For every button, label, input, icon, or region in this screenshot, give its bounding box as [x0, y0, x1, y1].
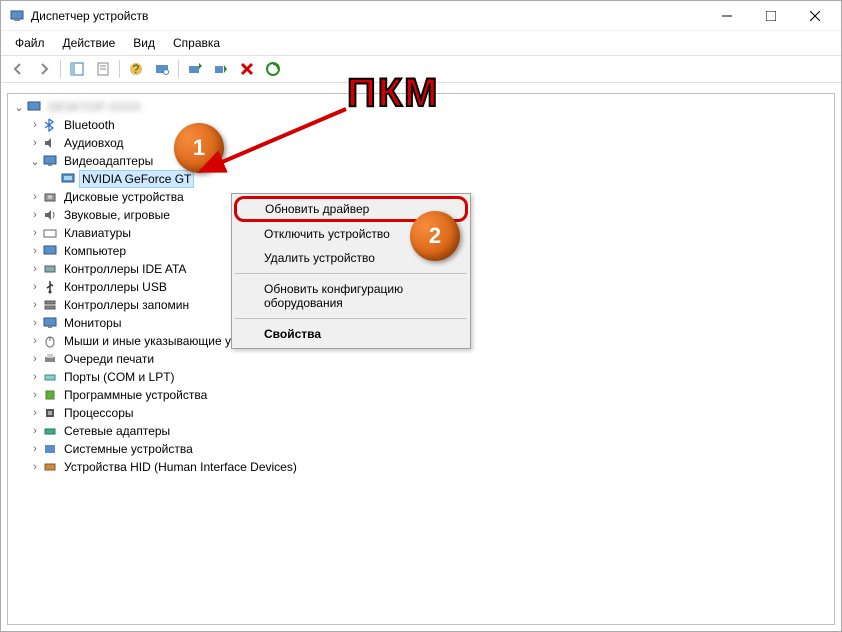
tree-root-label: DESKTOP-XXXX [46, 99, 143, 115]
sound-icon [42, 207, 58, 223]
display-icon [42, 153, 58, 169]
computer-icon [26, 99, 42, 115]
disable-button[interactable] [235, 58, 259, 80]
svg-text:?: ? [133, 62, 140, 76]
tree-item-audio-io[interactable]: ›Аудиовход [8, 134, 834, 152]
back-button[interactable] [6, 58, 30, 80]
help-button[interactable]: ? [124, 58, 148, 80]
show-hide-tree-button[interactable] [65, 58, 89, 80]
app-icon [9, 8, 25, 24]
ctx-separator [235, 273, 467, 274]
keyboard-icon [42, 225, 58, 241]
audio-icon [42, 135, 58, 151]
annotation-rmb-label: ПКМ [347, 71, 439, 116]
expand-toggle[interactable]: › [28, 425, 42, 437]
maximize-button[interactable] [749, 2, 793, 30]
tree-item-print-queues[interactable]: ›Очереди печати [8, 350, 834, 368]
expand-toggle[interactable]: › [28, 335, 42, 347]
rescan-button[interactable] [150, 58, 174, 80]
printer-icon [42, 351, 58, 367]
menu-action[interactable]: Действие [55, 33, 124, 53]
expand-toggle[interactable]: › [28, 443, 42, 455]
usb-icon [42, 279, 58, 295]
expand-toggle[interactable]: › [28, 389, 42, 401]
ctx-separator [235, 318, 467, 319]
forward-button[interactable] [32, 58, 56, 80]
monitor-icon [42, 315, 58, 331]
enable-button[interactable] [209, 58, 233, 80]
expand-toggle[interactable]: › [28, 227, 42, 239]
software-icon [42, 387, 58, 403]
expand-toggle[interactable]: › [28, 191, 42, 203]
menu-view[interactable]: Вид [125, 33, 163, 53]
expand-toggle[interactable]: › [28, 137, 42, 149]
system-icon [42, 441, 58, 457]
expand-toggle[interactable]: › [28, 245, 42, 257]
ctx-rescan-hardware[interactable]: Обновить конфигурацию оборудования [234, 277, 468, 315]
computer-icon [42, 243, 58, 259]
storage-icon [42, 297, 58, 313]
update-driver-button[interactable] [183, 58, 207, 80]
titlebar: Диспетчер устройств [1, 1, 841, 31]
hid-icon [42, 459, 58, 475]
expand-toggle[interactable]: ⌄ [12, 101, 26, 114]
menu-file[interactable]: Файл [7, 33, 53, 53]
ctx-properties[interactable]: Свойства [234, 322, 468, 346]
network-icon [42, 423, 58, 439]
expand-toggle[interactable]: › [28, 317, 42, 329]
disk-icon [42, 189, 58, 205]
annotation-step-2: 2 [410, 211, 460, 261]
device-tree[interactable]: ⌄ DESKTOP-XXXX ›Bluetooth ›Аудиовход ⌄Ви… [7, 93, 835, 625]
cpu-icon [42, 405, 58, 421]
tree-item-network[interactable]: ›Сетевые адаптеры [8, 422, 834, 440]
annotation-step-1: 1 [174, 123, 224, 173]
ide-icon [42, 261, 58, 277]
minimize-button[interactable] [705, 2, 749, 30]
tree-item-ports[interactable]: ›Порты (COM и LPT) [8, 368, 834, 386]
expand-toggle[interactable]: › [28, 209, 42, 221]
mouse-icon [42, 333, 58, 349]
expand-toggle[interactable]: › [28, 299, 42, 311]
expand-toggle[interactable]: › [28, 407, 42, 419]
expand-toggle[interactable]: › [28, 263, 42, 275]
expand-toggle[interactable]: › [28, 281, 42, 293]
properties-button[interactable] [91, 58, 115, 80]
display-card-icon [60, 171, 76, 187]
tree-item-software-devices[interactable]: ›Программные устройства [8, 386, 834, 404]
tree-item-display-adapters[interactable]: ⌄Видеоадаптеры [8, 152, 834, 170]
window-title: Диспетчер устройств [31, 9, 705, 23]
expand-toggle[interactable]: › [28, 461, 42, 473]
tree-item-cpus[interactable]: ›Процессоры [8, 404, 834, 422]
bluetooth-icon [42, 117, 58, 133]
expand-toggle[interactable]: › [28, 353, 42, 365]
tree-item-hid[interactable]: ›Устройства HID (Human Interface Devices… [8, 458, 834, 476]
menubar: Файл Действие Вид Справка [1, 31, 841, 55]
port-icon [42, 369, 58, 385]
tree-item-bluetooth[interactable]: ›Bluetooth [8, 116, 834, 134]
tree-item-system[interactable]: ›Системные устройства [8, 440, 834, 458]
expand-toggle[interactable]: ⌄ [28, 155, 42, 168]
expand-toggle[interactable]: › [28, 371, 42, 383]
menu-help[interactable]: Справка [165, 33, 228, 53]
uninstall-button[interactable] [261, 58, 285, 80]
tree-item-nvidia-card[interactable]: NVIDIA GeForce GT [8, 170, 834, 188]
expand-toggle[interactable]: › [28, 119, 42, 131]
close-button[interactable] [793, 2, 837, 30]
